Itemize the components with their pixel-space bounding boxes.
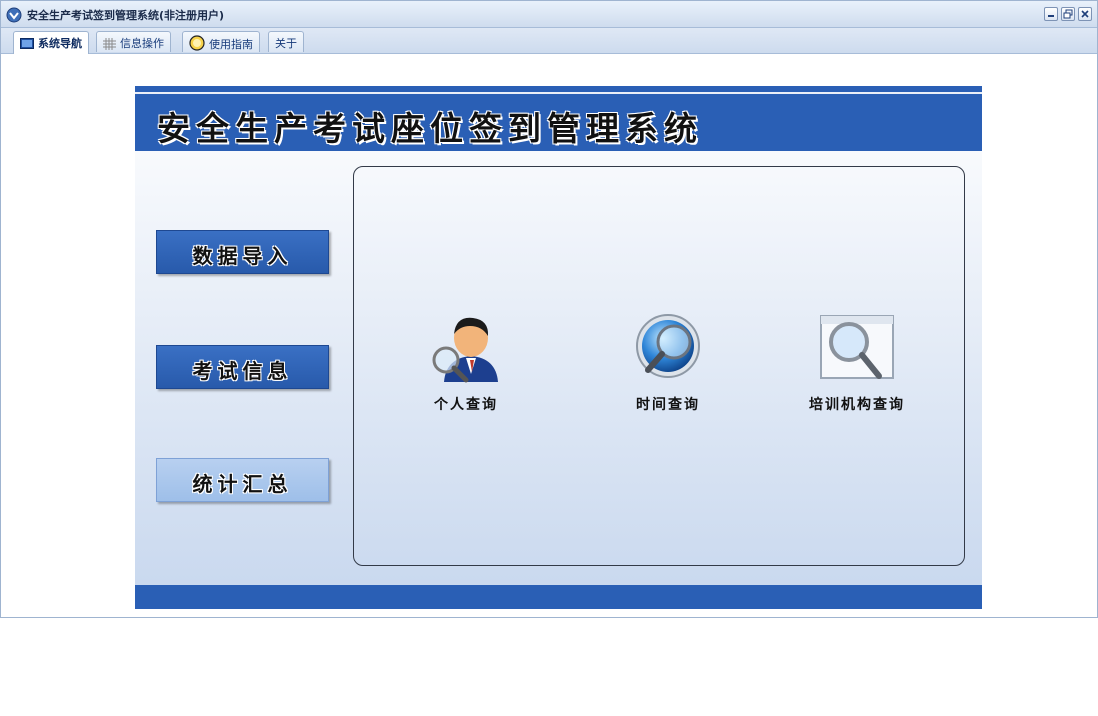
window-title: 安全生产考试签到管理系统(非注册用户) [27,9,225,22]
tab-label: 使用指南 [209,38,253,51]
exam-info-button[interactable]: 考试信息 [156,345,329,389]
function-label: 时间查询 [636,397,700,413]
system-title: 安全生产考试座位签到管理系统 [157,109,703,148]
function-box: 个人查询 时间查询 培训机构查询 [353,166,965,566]
restore-button[interactable] [1061,7,1075,21]
title-bar[interactable]: 安全生产考试签到管理系统(非注册用户) [1,1,1097,28]
footer-bar [135,585,982,609]
tab-about[interactable]: 关于 [268,31,304,52]
grid-icon [103,38,116,53]
tab-system-navigation[interactable]: 系统导航 [13,31,89,54]
tab-info-operation[interactable]: 信息操作 [96,31,171,52]
minimize-icon [1048,15,1054,17]
tab-label: 关于 [275,37,297,50]
restore-icon [1063,9,1073,19]
tab-user-guide[interactable]: 使用指南 [182,31,260,52]
personal-query-button[interactable]: 个人查询 [391,312,541,414]
monitor-icon [20,38,34,53]
tab-label: 信息操作 [120,37,164,50]
help-icon [189,35,205,54]
app-logo-icon [6,7,22,23]
close-icon [1081,10,1089,18]
tab-bar: 系统导航 信息操作 使用指南 关于 [1,28,1097,54]
main-panel: 安全生产考试座位签到管理系统 数据导入 考试信息 统计汇总 个人查询 时间查询 … [135,86,982,609]
training-agency-query-button[interactable]: 培训机构查询 [782,312,932,414]
close-button[interactable] [1078,7,1092,21]
data-import-button[interactable]: 数据导入 [156,230,329,274]
tab-label: 系统导航 [38,37,82,50]
nav-label: 数据导入 [192,244,293,268]
function-label: 培训机构查询 [809,397,905,413]
minimize-button[interactable] [1044,7,1058,21]
person-search-icon [432,317,498,383]
header-banner: 安全生产考试座位签到管理系统 [135,86,982,151]
globe-search-icon [636,314,700,378]
function-label: 个人查询 [434,397,498,413]
banner-divider [135,92,982,94]
time-query-button[interactable]: 时间查询 [593,312,743,414]
window-search-icon [820,315,894,379]
nav-label: 统计汇总 [192,472,293,496]
nav-label: 考试信息 [192,359,293,383]
statistics-summary-button[interactable]: 统计汇总 [156,458,329,502]
